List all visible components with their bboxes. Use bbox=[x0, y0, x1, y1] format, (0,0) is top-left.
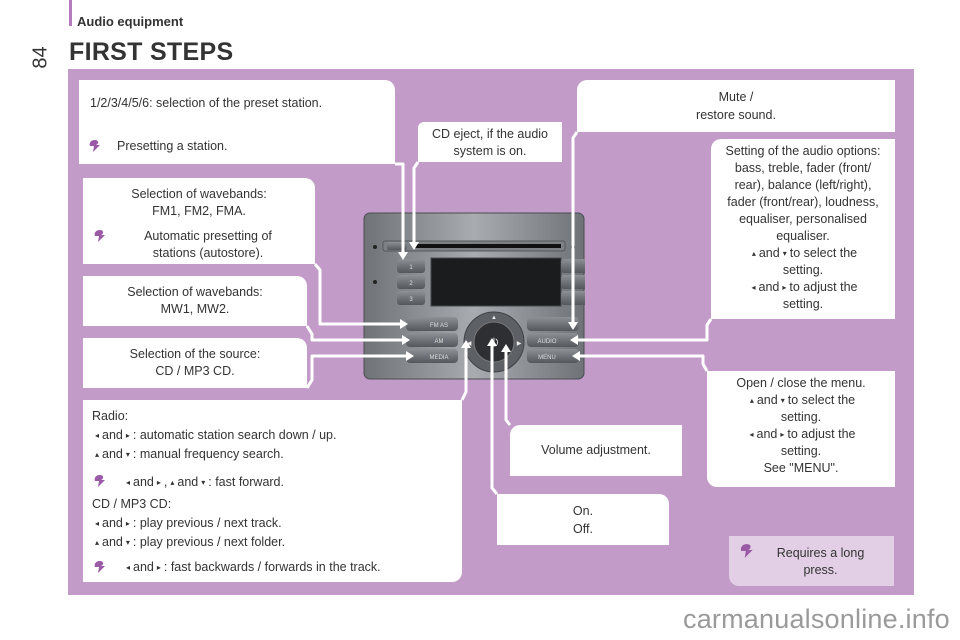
connector-power bbox=[490, 346, 499, 495]
arrowhead bbox=[487, 338, 497, 346]
connector-navigation bbox=[460, 348, 468, 401]
arrowhead bbox=[572, 351, 580, 361]
watermark: carmanualsonline.info bbox=[683, 604, 950, 634]
connector-lines bbox=[305, 131, 713, 495]
connector-cd-eject bbox=[412, 161, 420, 242]
arrowhead bbox=[400, 319, 408, 329]
arrowhead bbox=[409, 242, 419, 250]
arrowhead bbox=[402, 335, 410, 345]
connector-presets bbox=[395, 162, 405, 252]
connector-am bbox=[305, 325, 402, 342]
connector-volume bbox=[504, 352, 512, 426]
arrowhead bbox=[461, 340, 471, 348]
arrowhead bbox=[570, 335, 578, 345]
arrowhead bbox=[406, 351, 414, 361]
arrowhead bbox=[568, 322, 578, 330]
arrowhead bbox=[501, 344, 511, 352]
connector-mute bbox=[571, 131, 579, 322]
arrowhead bbox=[398, 252, 408, 260]
connector-menu bbox=[580, 354, 709, 372]
connector-fm bbox=[313, 263, 400, 326]
connector-media bbox=[305, 354, 406, 389]
connector-audio bbox=[578, 318, 713, 342]
